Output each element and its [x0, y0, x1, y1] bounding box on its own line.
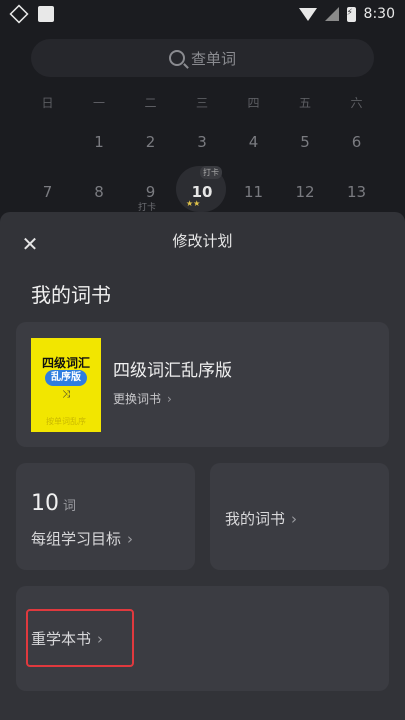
chevron-right-icon: ›: [291, 510, 298, 528]
calendar-day[interactable]: 3: [177, 133, 228, 151]
battery-charging-icon: [346, 6, 356, 22]
chevron-right-icon: ›: [127, 530, 134, 548]
signal-icon: [324, 7, 339, 21]
change-book-label: 更换词书: [113, 392, 162, 406]
search-icon: [168, 50, 185, 66]
sheet-title: 修改计划: [172, 232, 233, 250]
my-books-label: 我的词书 ›: [225, 508, 297, 529]
shuffle-icon: ⤨: [62, 389, 70, 400]
notification-square-icon: [38, 6, 54, 22]
section-title: 我的词书: [31, 283, 111, 307]
calendar-week-1: 1 2 3 4 5 6: [22, 133, 382, 151]
calendar-day-today[interactable]: 10: [177, 183, 228, 201]
status-time: 8:30: [363, 6, 395, 22]
status-bar: 8:30: [0, 0, 405, 28]
goal-value: 10 词: [31, 491, 76, 516]
weekday-sun: 日: [41, 96, 54, 110]
calendar-week-2: 7 8 9 10 11 12 13: [22, 183, 382, 201]
calendar-day[interactable]: 1: [74, 133, 125, 151]
calendar-day[interactable]: 6: [331, 133, 382, 151]
goal-number: 10: [31, 491, 59, 516]
goal-unit: 词: [63, 499, 77, 514]
cover-footer: 按单词乱序: [46, 417, 86, 426]
my-books-label-text: 我的词书: [225, 510, 286, 528]
chevron-right-icon: ›: [167, 392, 172, 406]
weekday-fri: 五: [298, 96, 311, 110]
app-cube-icon: [9, 4, 29, 24]
wifi-icon: [298, 7, 317, 21]
book-cover: 四级词汇 乱序版 ⤨ 按单词乱序: [31, 338, 101, 432]
calendar-day[interactable]: 8: [74, 183, 125, 201]
weekday-tue: 二: [144, 96, 157, 110]
calendar-day[interactable]: 7: [22, 183, 73, 201]
cover-tag: 乱序版: [45, 370, 87, 386]
calendar-day[interactable]: 9: [125, 183, 176, 201]
calendar-day[interactable]: 2: [125, 133, 176, 151]
change-book-link[interactable]: 更换词书 ›: [113, 390, 172, 407]
calendar-day[interactable]: 11: [228, 183, 279, 201]
weekday-mon: 一: [92, 96, 105, 110]
calendar-day[interactable]: [22, 133, 73, 151]
weekday-sat: 六: [350, 96, 363, 110]
book-name: 四级词汇乱序版: [113, 361, 232, 381]
calendar-day[interactable]: 12: [280, 183, 331, 201]
today-stars: ★★: [186, 199, 201, 208]
weekday-wed: 三: [195, 96, 208, 110]
calendar-day[interactable]: 4: [228, 133, 279, 151]
goal-label-text: 每组学习目标: [31, 530, 122, 548]
calendar-day[interactable]: 5: [280, 133, 331, 151]
weekday-thu: 四: [247, 96, 260, 110]
today-punch-badge: 打卡: [200, 166, 222, 179]
highlight-box: [26, 609, 134, 667]
cover-title: 四级词汇: [41, 356, 90, 370]
search-placeholder: 查单词: [190, 49, 236, 68]
goal-label: 每组学习目标 ›: [31, 528, 133, 549]
daily-goal-card[interactable]: [16, 463, 195, 570]
search-bar[interactable]: 查单词: [31, 39, 374, 77]
weekday-header: 日 一 二 三 四 五 六: [22, 94, 382, 111]
calendar-day[interactable]: 13: [331, 183, 382, 201]
